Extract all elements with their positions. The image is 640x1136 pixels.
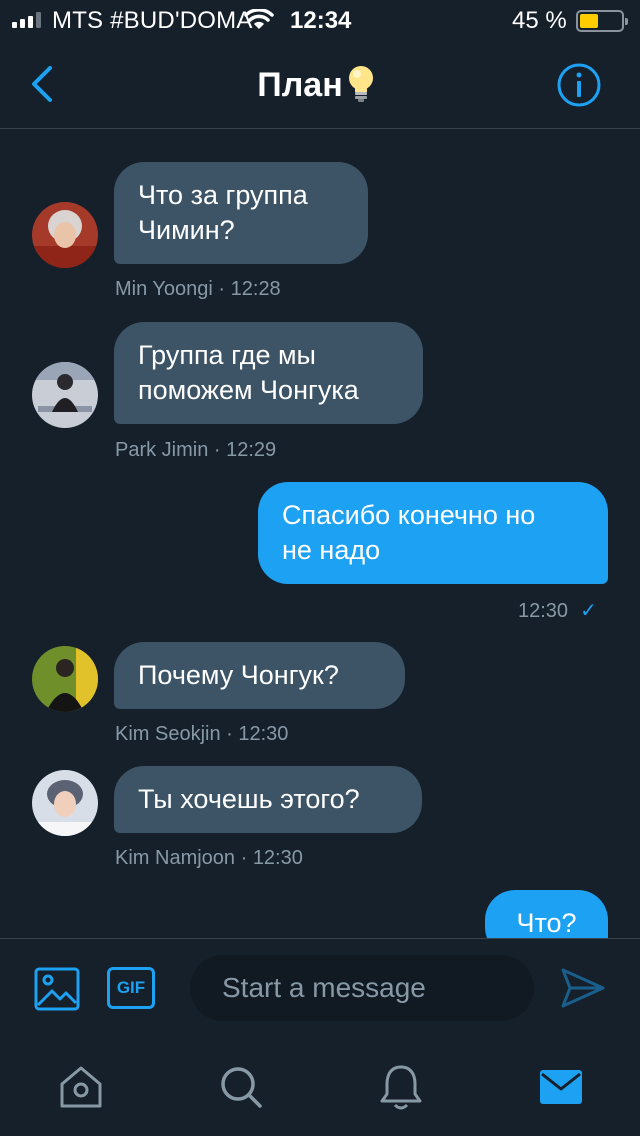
battery-icon: [576, 10, 628, 32]
battery-percent: 45 %: [512, 7, 567, 34]
battery-level: [580, 14, 598, 28]
message-bubble[interactable]: Что?: [485, 890, 608, 938]
message-meta: Kim Seokjin · 12:30: [115, 723, 289, 745]
message-list[interactable]: Что за группа Чимин? Min Yoongi · 12:28 …: [0, 130, 640, 938]
clock: 12:34: [290, 7, 352, 34]
avatar[interactable]: [32, 202, 98, 268]
conversation-header: План: [0, 40, 640, 129]
send-icon[interactable]: [560, 967, 606, 1009]
message-meta: Kim Namjoon · 12:30: [115, 847, 303, 869]
info-circle-icon[interactable]: [556, 62, 602, 108]
message-bubble[interactable]: Группа где мы поможем Чонгука: [114, 322, 423, 424]
home-icon[interactable]: [56, 1062, 106, 1112]
lightbulb-emoji: [349, 66, 373, 102]
message-meta: Park Jimin · 12:29: [115, 439, 277, 461]
wifi-icon: [244, 9, 274, 29]
avatar[interactable]: [32, 362, 98, 428]
carrier-name: MTS #BUD'DOMA: [52, 7, 253, 34]
message-meta: Min Yoongi · 12:28: [115, 278, 281, 300]
status-bar: MTS #BUD'DOMA 12:34 45 %: [0, 0, 640, 40]
conversation-title[interactable]: План: [0, 66, 640, 105]
avatar[interactable]: [32, 770, 98, 836]
cellular-signal-icon: [12, 12, 41, 28]
gif-button[interactable]: GIF: [107, 967, 155, 1009]
avatar[interactable]: [32, 646, 98, 712]
image-icon[interactable]: [34, 967, 80, 1011]
message-time: 12:30: [518, 600, 569, 622]
message-bubble[interactable]: Ты хочешь этого?: [114, 766, 422, 833]
tab-bar: [0, 1042, 640, 1136]
sent-check-icon: ✓: [580, 600, 597, 622]
message-input[interactable]: [190, 955, 534, 1021]
message-composer: GIF: [0, 938, 640, 1042]
message-meta: 12:30 ✓: [518, 598, 597, 623]
message-bubble[interactable]: Что за группа Чимин?: [114, 162, 368, 264]
mail-icon[interactable]: [536, 1062, 586, 1112]
search-icon[interactable]: [216, 1062, 266, 1112]
message-bubble[interactable]: Спасибо конечно но не надо: [258, 482, 608, 584]
message-bubble[interactable]: Почему Чонгук?: [114, 642, 405, 709]
bell-icon[interactable]: [376, 1062, 426, 1112]
